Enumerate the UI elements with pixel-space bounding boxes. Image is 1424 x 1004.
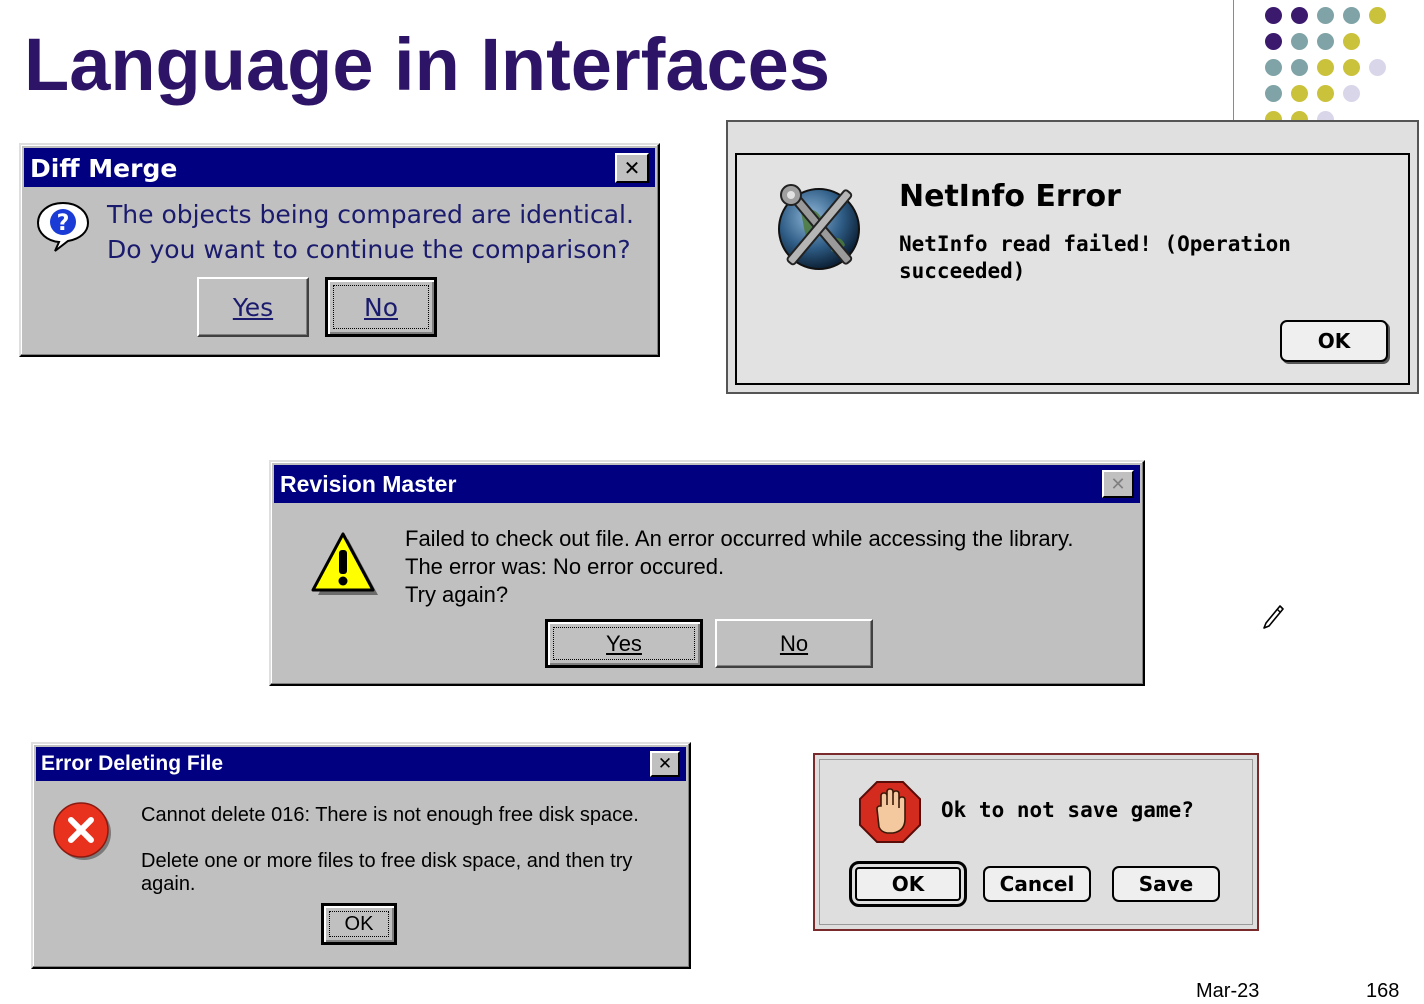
save-game-message: Ok to not save game? — [941, 798, 1194, 822]
focus-rect — [333, 285, 429, 329]
revision-master-close-button[interactable]: ✕ — [1102, 470, 1134, 498]
diff-merge-message-line1: The objects being compared are identical… — [107, 200, 634, 229]
pencil-icon — [1263, 605, 1284, 629]
slide-page-number: 168 — [1366, 980, 1400, 1002]
revision-master-no-button[interactable]: No — [715, 619, 873, 668]
diff-merge-yes-button[interactable]: Yes — [197, 277, 309, 337]
dot-grid-decoration — [1233, 0, 1424, 120]
netinfo-message-line1: NetInfo read failed! (Operation — [899, 232, 1291, 256]
error-deleting-message-line1: Cannot delete 016: There is not enough f… — [141, 804, 639, 826]
netinfo-ok-button[interactable]: OK — [1280, 320, 1388, 362]
diff-merge-dialog: Diff Merge ✕ ? The objects being compare… — [19, 143, 660, 357]
ok-label: OK — [1317, 329, 1351, 353]
question-balloon-icon: ? — [36, 201, 90, 252]
error-deleting-dialog: Error Deleting File ✕ Cannot delete 016:… — [31, 742, 691, 969]
save-game-cancel-button[interactable]: Cancel — [983, 866, 1091, 902]
save-game-ok-button[interactable]: OK — [849, 861, 967, 907]
netinfo-inner-frame: NetInfo Error NetInfo read failed! (Oper… — [735, 153, 1410, 385]
diff-merge-message-line2: Do you want to continue the comparison? — [107, 235, 631, 264]
warning-triangle-icon — [311, 532, 378, 595]
error-deleting-close-button[interactable]: ✕ — [650, 751, 680, 777]
error-x-circle-icon — [53, 802, 111, 860]
no-label: No — [779, 630, 809, 656]
revision-master-message-line1: Failed to check out file. An error occur… — [405, 526, 1074, 551]
error-deleting-titlebar[interactable]: Error Deleting File ✕ — [36, 747, 686, 781]
diff-merge-titlebar[interactable]: Diff Merge ✕ — [24, 148, 655, 187]
diff-merge-no-button[interactable]: No — [325, 277, 437, 337]
revision-master-dialog: Revision Master ✕ Failed to check out fi… — [269, 460, 1145, 686]
close-icon: ✕ — [657, 754, 673, 774]
revision-master-yes-button[interactable]: Yes — [545, 619, 703, 668]
save-label: Save — [1138, 872, 1194, 896]
ok-label: OK — [891, 872, 925, 896]
netinfo-message-line2: succeeded) — [899, 259, 1026, 283]
svg-text:?: ? — [57, 211, 70, 236]
revision-master-titlebar[interactable]: Revision Master ✕ — [274, 465, 1140, 503]
netinfo-dialog: NetInfo Error NetInfo read failed! (Oper… — [726, 120, 1419, 394]
save-game-dialog: Ok to not save game? OK Cancel Save — [813, 753, 1259, 931]
yes-label: Yes — [232, 292, 274, 322]
focus-rect — [329, 911, 389, 937]
diff-merge-close-button[interactable]: ✕ — [615, 153, 649, 183]
cancel-label: Cancel — [999, 872, 1075, 896]
error-deleting-title: Error Deleting File — [41, 752, 224, 775]
stop-hand-icon — [859, 781, 921, 843]
diff-merge-title: Diff Merge — [30, 154, 178, 183]
slide-title: Language in Interfaces — [24, 23, 830, 106]
tools-globe-icon — [778, 184, 860, 270]
revision-master-message-line3: Try again? — [405, 582, 509, 607]
focus-rect — [553, 627, 695, 660]
revision-master-message-line2: The error was: No error occured. — [405, 554, 725, 579]
netinfo-title: NetInfo Error — [899, 179, 1121, 214]
close-icon: ✕ — [623, 156, 641, 180]
revision-master-title: Revision Master — [280, 471, 457, 497]
slide-date: Mar-23 — [1196, 980, 1260, 1002]
error-deleting-message-line2: Delete one or more files to free disk sp… — [141, 850, 633, 895]
save-game-save-button[interactable]: Save — [1112, 866, 1220, 902]
error-deleting-ok-button[interactable]: OK — [321, 903, 397, 945]
close-icon: ✕ — [1110, 473, 1126, 495]
